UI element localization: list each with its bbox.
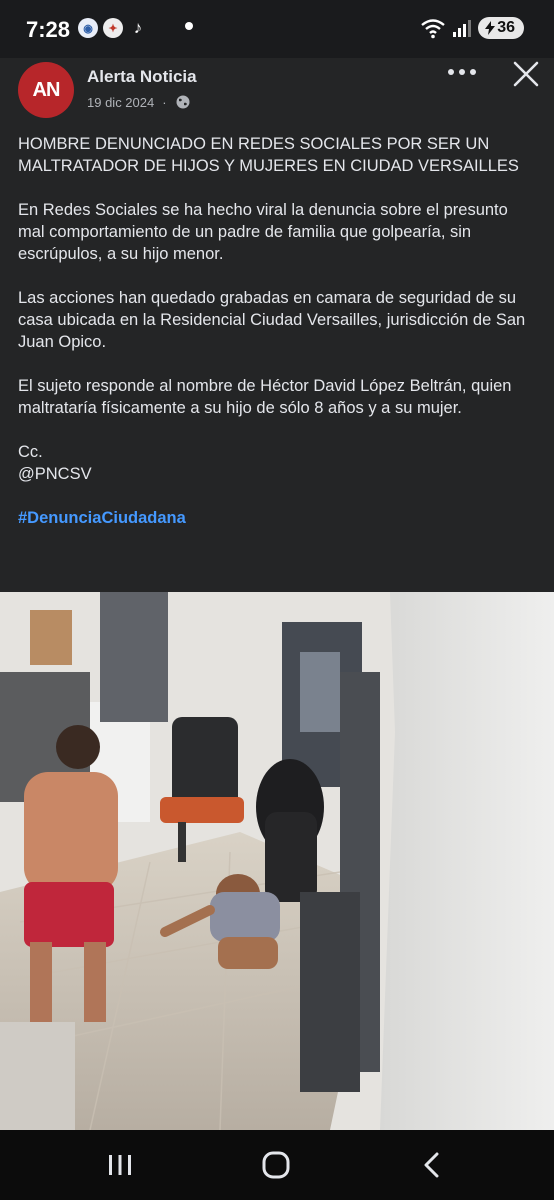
post-mentions: Cc. @PNCSV bbox=[18, 443, 92, 483]
wifi-icon bbox=[421, 19, 445, 39]
recent-apps-button[interactable] bbox=[98, 1148, 142, 1182]
more-notifications-dot-icon bbox=[185, 22, 193, 30]
messenger-icon: ◉ bbox=[78, 18, 98, 38]
security-camera-image bbox=[0, 592, 554, 1130]
system-nav-bar bbox=[0, 1130, 554, 1200]
separator: · bbox=[162, 94, 167, 110]
status-bar: 7:28 ◉ ✦ ♪ 36 bbox=[0, 0, 554, 58]
battery-indicator: 36 bbox=[478, 17, 524, 39]
tiktok-icon: ♪ bbox=[133, 18, 143, 37]
post-paragraph: Las acciones han quedado grabadas en cam… bbox=[18, 289, 526, 351]
author-name[interactable]: Alerta Noticia bbox=[87, 67, 197, 87]
recent-apps-icon bbox=[109, 1155, 131, 1175]
signal-icon bbox=[453, 20, 472, 37]
back-button[interactable] bbox=[410, 1148, 454, 1182]
battery-level: 36 bbox=[497, 19, 515, 36]
hashtag-link[interactable]: #DenunciaCiudadana bbox=[18, 507, 538, 529]
more-options-button[interactable] bbox=[444, 60, 480, 84]
globe-icon bbox=[176, 95, 190, 109]
avatar-initials: AN bbox=[32, 78, 61, 101]
post-paragraph: El sujeto responde al nombre de Héctor D… bbox=[18, 377, 512, 417]
post-headline: HOMBRE DENUNCIADO EN REDES SOCIALES POR … bbox=[18, 135, 519, 175]
close-icon bbox=[513, 61, 539, 87]
home-button[interactable] bbox=[254, 1148, 298, 1182]
status-time: 7:28 bbox=[26, 17, 71, 42]
post-meta: 19 dic 2024 · bbox=[87, 94, 191, 110]
post-body: HOMBRE DENUNCIADO EN REDES SOCIALES POR … bbox=[18, 133, 538, 529]
status-right: 36 bbox=[420, 17, 524, 39]
notification-icons: ◉ ✦ ♪ bbox=[78, 18, 148, 38]
home-icon bbox=[262, 1151, 290, 1179]
post-paragraph: En Redes Sociales se ha hecho viral la d… bbox=[18, 201, 508, 263]
charging-bolt-icon bbox=[485, 21, 496, 35]
author-avatar[interactable]: AN bbox=[18, 62, 74, 118]
news-app-icon: ✦ bbox=[103, 18, 123, 38]
post: AN Alerta Noticia 19 dic 2024 · HOMBRE D… bbox=[0, 58, 554, 592]
post-photo[interactable] bbox=[0, 592, 554, 1130]
back-icon bbox=[424, 1152, 439, 1178]
post-date[interactable]: 19 dic 2024 bbox=[87, 95, 154, 110]
close-button[interactable] bbox=[508, 56, 544, 92]
more-dots-icon bbox=[448, 69, 476, 75]
